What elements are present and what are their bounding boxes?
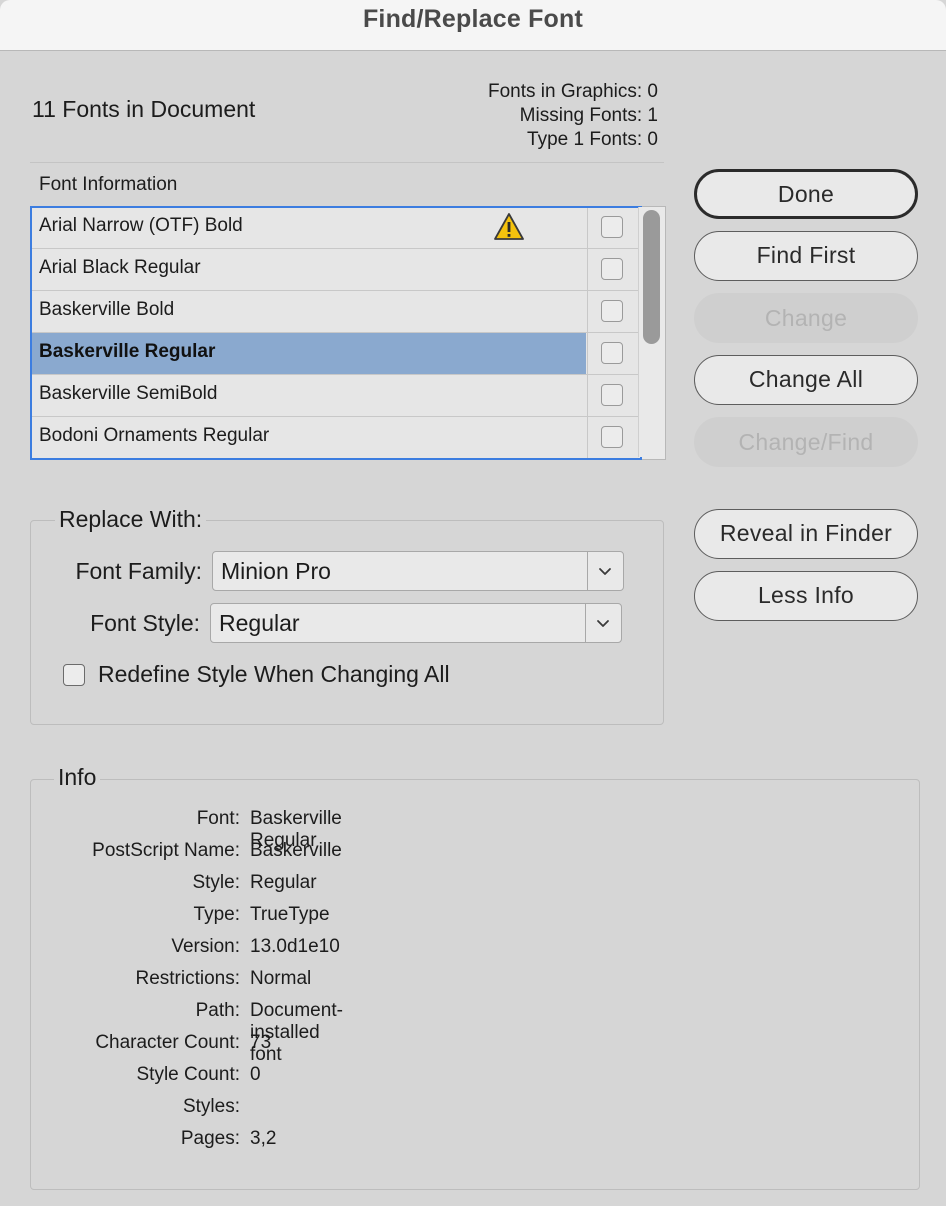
chevron-down-icon <box>599 568 611 575</box>
font-list-row[interactable]: Arial Narrow (OTF) Bold <box>31 207 639 249</box>
info-key-style-count: Style Count: <box>136 1064 241 1085</box>
font-style-label: Font Style: <box>90 610 200 636</box>
font-name: Arial Narrow (OTF) Bold <box>39 215 243 236</box>
warning-triangle-icon <box>494 213 524 240</box>
info-value-character-count: 73 <box>250 1032 272 1053</box>
info-value-type: TrueType <box>250 904 330 925</box>
font-family-label: Font Family: <box>75 558 202 584</box>
find-first-button[interactable]: Find First <box>694 231 918 281</box>
font-list[interactable]: Arial Narrow (OTF) Bold Arial Black Regu… <box>30 206 666 460</box>
font-name: Baskerville Regular <box>39 341 216 362</box>
font-list-row[interactable]: Arial Black Regular <box>31 249 639 291</box>
font-row-checkbox[interactable] <box>601 342 623 364</box>
replace-with-legend: Replace With: <box>55 506 207 533</box>
redefine-style-checkbox[interactable] <box>63 664 85 686</box>
info-value-postscript-name: Baskerville <box>250 840 342 861</box>
font-list-row[interactable]: Baskerville Bold <box>31 291 639 333</box>
fonts-in-document-count: 11 Fonts in Document <box>32 96 256 122</box>
done-button[interactable]: Done <box>694 169 918 219</box>
fonts-in-graphics-stat: Fonts in Graphics: 0 <box>487 81 658 102</box>
info-key-path: Path: <box>195 1000 240 1021</box>
info-value-version: 13.0d1e10 <box>250 936 340 957</box>
dialog-title: Find/Replace Font <box>362 5 584 33</box>
divider <box>30 162 664 163</box>
font-list-row-selected[interactable]: Baskerville Regular <box>31 333 639 375</box>
redefine-style-label[interactable]: Redefine Style When Changing All <box>98 661 450 688</box>
info-key-postscript-name: PostScript Name: <box>92 840 240 861</box>
less-info-button[interactable]: Less Info <box>694 571 918 621</box>
info-value-pages: 3,2 <box>250 1128 277 1149</box>
font-list-row[interactable]: Bodoni Ornaments Regular <box>31 417 639 459</box>
font-family-value: Minion Pro <box>221 558 331 584</box>
font-style-select[interactable]: Regular <box>210 603 622 643</box>
font-list-scrollbar-thumb[interactable] <box>643 210 660 344</box>
info-key-pages: Pages: <box>180 1128 240 1149</box>
font-style-value: Regular <box>219 610 300 636</box>
font-list-row[interactable]: Baskerville SemiBold <box>31 375 639 417</box>
info-value-style-count: 0 <box>250 1064 261 1085</box>
font-row-checkbox[interactable] <box>601 300 623 322</box>
font-row-checkbox[interactable] <box>601 258 623 280</box>
info-key-style: Style: <box>192 872 240 893</box>
font-row-checkbox[interactable] <box>601 384 623 406</box>
font-row-checkbox[interactable] <box>601 426 623 448</box>
title-bar[interactable]: Find/Replace Font <box>0 0 946 51</box>
chevron-down-icon <box>597 620 609 627</box>
change-find-button[interactable]: Change/Find <box>694 417 918 467</box>
font-name: Arial Black Regular <box>39 257 201 278</box>
font-name: Bodoni Ornaments Regular <box>39 425 270 446</box>
font-row-checkbox[interactable] <box>601 216 623 238</box>
info-value-restrictions: Normal <box>250 968 312 989</box>
font-stats: Fonts in Graphics: 0 Missing Fonts: 1 Ty… <box>488 80 658 152</box>
reveal-in-finder-button[interactable]: Reveal in Finder <box>694 509 918 559</box>
font-family-select[interactable]: Minion Pro <box>212 551 624 591</box>
info-value-style: Regular <box>250 872 317 893</box>
font-name: Baskerville SemiBold <box>39 383 218 404</box>
info-key-type: Type: <box>193 904 240 925</box>
type1-fonts-stat: Type 1 Fonts: 0 <box>527 129 658 150</box>
missing-fonts-stat: Missing Fonts: 1 <box>519 105 658 126</box>
find-replace-font-dialog: Find/Replace Font 11 Fonts in Document F… <box>0 0 946 1206</box>
info-legend: Info <box>54 764 101 791</box>
font-name: Baskerville Bold <box>39 299 175 320</box>
change-button[interactable]: Change <box>694 293 918 343</box>
info-key-styles: Styles: <box>182 1096 240 1117</box>
info-key-character-count: Character Count: <box>95 1032 240 1053</box>
info-key-restrictions: Restrictions: <box>135 968 240 989</box>
info-key-font: Font: <box>196 808 240 829</box>
info-key-version: Version: <box>171 936 240 957</box>
font-information-header: Font Information <box>39 174 178 195</box>
change-all-button[interactable]: Change All <box>694 355 918 405</box>
